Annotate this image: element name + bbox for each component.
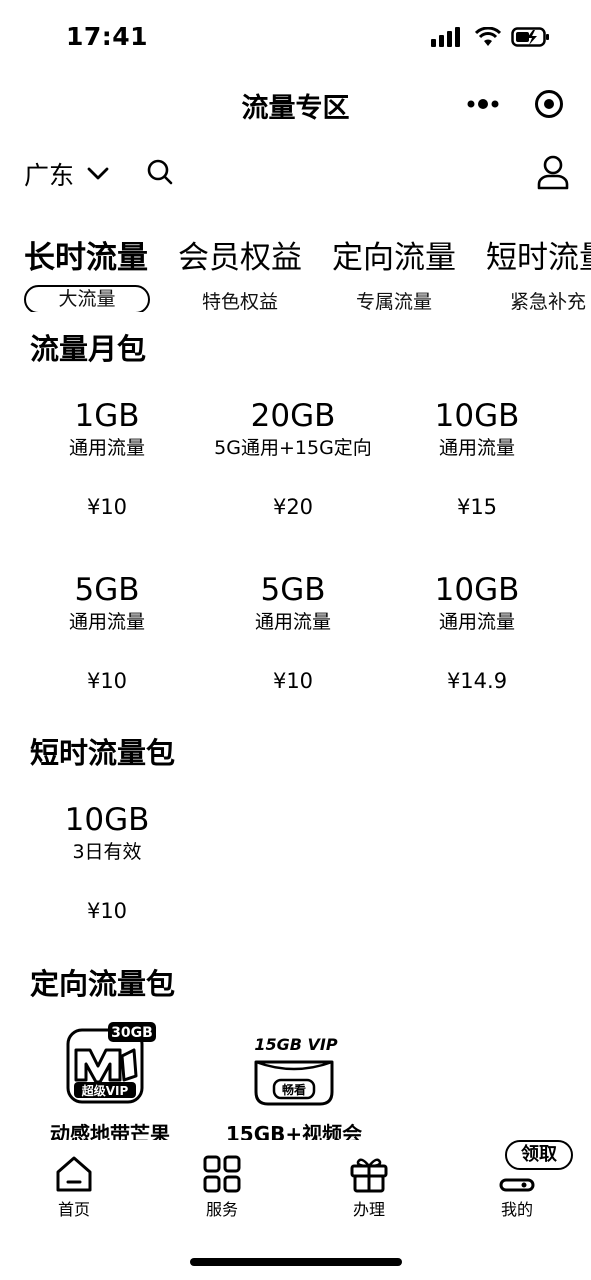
plan-size: 10GB [434, 572, 520, 608]
plan-size: 5GB [74, 572, 140, 608]
tab-title: 短时流量 [486, 240, 591, 276]
plan-size: 1GB [74, 398, 140, 434]
bottom-tab-bar: 首页 服务 办理 我的 [0, 1140, 591, 1240]
section-title-monthly: 流量月包 [30, 332, 147, 366]
tabbar-label: 首页 [57, 1200, 90, 1219]
tab-long-term[interactable]: 长时流量 大流量 [24, 232, 150, 312]
plan-size: 5GB [260, 572, 326, 608]
promo-card-video[interactable]: 15GB VIP 畅看 15GB+视频会 [204, 1020, 384, 1147]
status-icons [431, 26, 551, 48]
location-label[interactable]: 广东 [24, 156, 74, 192]
status-bar: 17:41 [0, 0, 591, 80]
wifi-icon [475, 27, 501, 46]
tab-short-term[interactable]: 短时流量 紧急补充 [486, 232, 591, 312]
plan-desc: 5G通用+15G定向 [214, 437, 372, 459]
video-vip-logo-icon: 15GB VIP 畅看 [254, 1035, 338, 1106]
plan-desc: 通用流量 [68, 437, 145, 459]
tabbar-label: 我的 [500, 1200, 533, 1219]
plan-price: ¥20 [272, 495, 314, 519]
promo-card-mango[interactable]: 30GB 超级VIP 动感地带芒果 [20, 1020, 200, 1147]
plan-desc: 通用流量 [68, 611, 145, 633]
plan-card[interactable]: 5GB 通用流量 ¥10 [200, 571, 386, 693]
plan-price: ¥15 [456, 495, 498, 519]
plan-desc: 通用流量 [438, 437, 515, 459]
home-icon [56, 1156, 92, 1192]
tab-member-benefits[interactable]: 会员权益 特色权益 [178, 232, 302, 312]
location-bar: 广东 [0, 150, 591, 196]
section-title-directed: 定向流量包 [30, 967, 176, 1001]
tab-title: 会员权益 [178, 240, 302, 276]
plan-price: ¥14.9 [446, 669, 508, 693]
plan-price: ¥10 [86, 669, 128, 693]
tab-subtitle: 专属流量 [355, 291, 432, 312]
plan-size: 20GB [250, 398, 336, 434]
promo-logo-text: 超级VIP [81, 1083, 129, 1098]
user-icon[interactable] [536, 154, 570, 190]
close-target-icon[interactable] [534, 89, 564, 119]
plan-price: ¥10 [86, 899, 128, 923]
plan-card[interactable]: 5GB 通用流量 ¥10 [14, 571, 200, 693]
status-time: 17:41 [66, 22, 149, 51]
plan-desc: 通用流量 [438, 611, 515, 633]
plan-size: 10GB [64, 802, 150, 838]
promo-badge-text: 15GB VIP [254, 1035, 338, 1054]
home-indicator[interactable] [190, 1258, 402, 1266]
gift-icon [350, 1158, 388, 1193]
plan-card[interactable]: 1GB 通用流量 ¥10 [14, 397, 200, 519]
tabbar-item-services[interactable]: 服务 [182, 1154, 262, 1220]
plan-card[interactable]: 20GB 5G通用+15G定向 ¥20 [200, 397, 386, 519]
category-tabs: 长时流量 大流量 会员权益 特色权益 定向流量 专属流量 短时流量 紧急补充 [0, 232, 591, 312]
claim-badge[interactable]: 领取 [505, 1140, 573, 1170]
promo-logo-text: 畅看 [282, 1082, 306, 1097]
section-title-short: 短时流量包 [30, 736, 176, 770]
signal-icon [431, 27, 460, 47]
plan-price: ¥10 [272, 669, 314, 693]
plan-desc: 通用流量 [254, 611, 331, 633]
tabbar-label: 办理 [352, 1200, 385, 1219]
tabbar-label: 服务 [205, 1200, 238, 1219]
search-icon[interactable] [146, 158, 174, 186]
battery-icon [511, 27, 549, 47]
chevron-down-icon[interactable] [86, 162, 110, 184]
plan-card[interactable]: 10GB 通用流量 ¥14.9 [384, 571, 570, 693]
tab-title: 长时流量 [24, 240, 148, 276]
promo-badge-text: 30GB [111, 1025, 153, 1041]
plan-card[interactable]: 10GB 通用流量 ¥15 [384, 397, 570, 519]
nav-bar: 流量专区 [0, 80, 591, 132]
plan-desc: 3日有效 [72, 841, 142, 863]
tab-subtitle: 紧急补充 [509, 291, 586, 312]
tab-subtitle: 特色权益 [201, 291, 278, 312]
mango-vip-logo-icon: 30GB 超级VIP [66, 1022, 156, 1104]
plan-card[interactable]: 10GB 3日有效 ¥10 [14, 801, 200, 923]
tab-title: 定向流量 [332, 240, 456, 276]
plan-price: ¥10 [86, 495, 128, 519]
tabbar-item-home[interactable]: 首页 [34, 1154, 114, 1220]
tab-subtitle: 大流量 [24, 285, 150, 312]
more-icon[interactable] [466, 92, 500, 116]
tab-directed[interactable]: 定向流量 专属流量 [332, 232, 456, 312]
grid-icon [203, 1155, 241, 1193]
page-title: 流量专区 [241, 93, 350, 124]
tabbar-item-handle[interactable]: 办理 [329, 1154, 409, 1220]
plan-size: 10GB [434, 398, 520, 434]
